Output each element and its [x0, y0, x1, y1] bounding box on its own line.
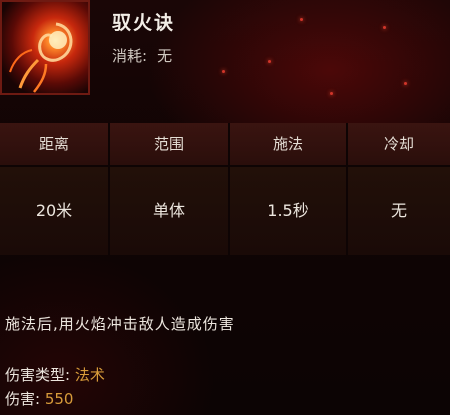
stat-label: 施法: [230, 123, 346, 167]
stat-value: 1.5秒: [230, 167, 346, 255]
fire-spirit-icon: [0, 0, 90, 95]
stat-range: 范围 单体: [110, 123, 230, 255]
skill-name: 驭火诀: [112, 12, 176, 34]
stat-distance: 距离 20米: [0, 123, 110, 255]
stat-value: 无: [348, 167, 450, 255]
stat-label: 冷却: [348, 123, 450, 167]
damage-row: 伤害: 550: [5, 388, 73, 409]
stat-cast: 施法 1.5秒: [230, 123, 348, 255]
damage-label: 伤害:: [5, 390, 41, 408]
damage-type-label: 伤害类型:: [5, 366, 71, 384]
skill-cost: 消耗: 无: [112, 45, 172, 66]
stat-label: 范围: [110, 123, 228, 167]
stat-value: 20米: [0, 167, 108, 255]
stat-label: 距离: [0, 123, 108, 167]
stat-value: 单体: [110, 167, 228, 255]
damage-value: 550: [44, 390, 74, 408]
cost-value: 无: [157, 47, 173, 65]
stats-table: 距离 20米 范围 单体 施法 1.5秒 冷却 无: [0, 123, 450, 255]
skill-description: 施法后,用火焰冲击敌人造成伤害: [5, 315, 235, 333]
damage-type-row: 伤害类型: 法术: [5, 364, 105, 385]
damage-type-value: 法术: [74, 366, 105, 384]
cost-label: 消耗:: [112, 47, 148, 65]
stat-cooldown: 冷却 无: [348, 123, 450, 255]
